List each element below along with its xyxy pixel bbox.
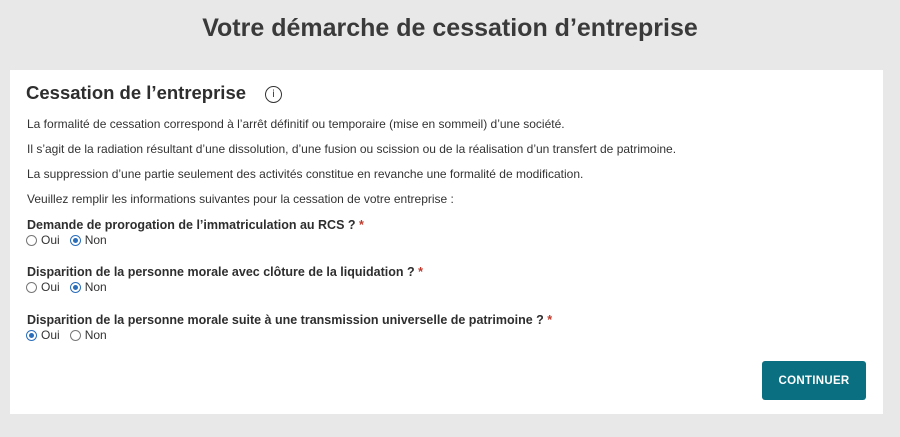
radio-label: Non (84, 233, 107, 247)
cessation-form-card: Cessation de l’entreprise i La formalité… (10, 70, 883, 414)
radio-option-oui[interactable]: Oui (26, 280, 60, 294)
radio-option-oui[interactable]: Oui (26, 233, 60, 247)
radio-option-non[interactable]: Non (69, 328, 107, 342)
radio-label: Non (84, 328, 107, 342)
radio-button-non[interactable] (69, 234, 81, 246)
required-mark: * (418, 265, 423, 279)
page-title: Votre démarche de cessation d’entreprise (202, 14, 698, 42)
required-mark: * (547, 313, 553, 327)
question-liquidation-label: Disparition de la personne morale avec c… (27, 265, 423, 279)
intro-paragraph-4: Veuillez remplir les informations suivan… (27, 192, 454, 206)
radio-button-non[interactable] (69, 281, 81, 293)
radio-button-oui[interactable] (26, 234, 37, 246)
radio-option-oui[interactable]: Oui (26, 328, 60, 342)
question-transmission-label: Disparition de la personne morale suite … (27, 313, 552, 327)
radio-button-oui[interactable] (26, 329, 37, 341)
info-icon[interactable]: i (265, 85, 283, 103)
question-text: Disparition de la personne morale suite … (27, 313, 544, 327)
question-text: Demande de prorogation de l’immatriculat… (27, 218, 356, 232)
radio-option-non[interactable]: Non (69, 280, 107, 294)
question-prorogation-label: Demande de prorogation de l’immatriculat… (27, 218, 364, 232)
radio-label: Oui (41, 280, 60, 294)
radio-button-oui[interactable] (26, 281, 37, 293)
question-transmission-radio-group: Oui Non (26, 328, 117, 342)
intro-paragraph-2: Il s’agit de la radiation résultant d’un… (27, 142, 677, 156)
radio-label: Oui (41, 233, 60, 247)
radio-option-non[interactable]: Non (69, 233, 107, 247)
intro-paragraph-3: La suppression d’une partie seulement de… (27, 167, 584, 181)
continue-button[interactable]: CONTINUER (762, 361, 866, 400)
section-title: Cessation de l’entreprise i (26, 82, 283, 104)
required-mark: * (359, 218, 364, 232)
radio-label: Non (84, 280, 107, 294)
intro-paragraph-1: La formalité de cessation correspond à l… (27, 117, 565, 131)
question-liquidation-radio-group: Oui Non (26, 280, 117, 294)
section-title-text: Cessation de l’entreprise (26, 82, 247, 103)
radio-label: Oui (41, 328, 60, 342)
question-prorogation-radio-group: Oui Non (26, 233, 117, 247)
question-text: Disparition de la personne morale avec c… (27, 265, 415, 279)
radio-button-non[interactable] (69, 329, 81, 341)
